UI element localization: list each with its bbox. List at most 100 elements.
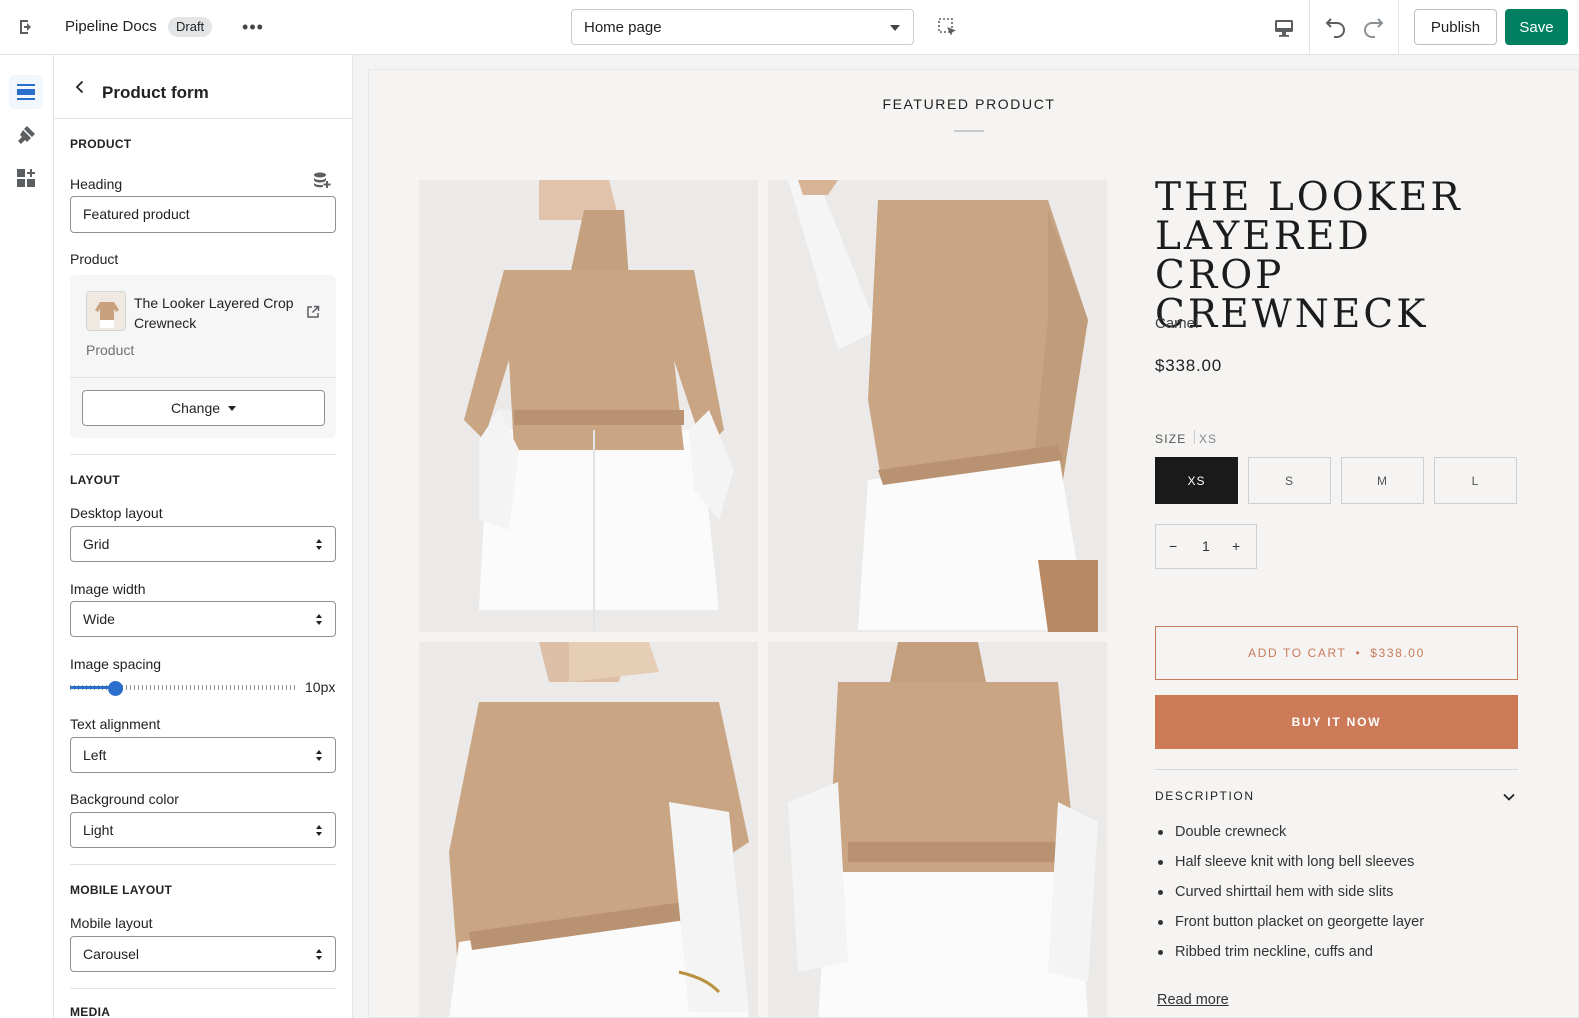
settings-sidebar: Product form PRODUCT Heading Featured pr… bbox=[54, 55, 353, 1018]
section-divider bbox=[70, 454, 336, 455]
list-item: Ribbed trim neckline, cuffs and bbox=[1155, 937, 1424, 967]
text-alignment-value: Left bbox=[83, 747, 107, 763]
select-arrows-icon bbox=[316, 949, 322, 960]
size-selected: XS bbox=[1199, 432, 1218, 446]
description-list: Double crewneck Half sleeve knit with lo… bbox=[1155, 817, 1424, 967]
rail-item-sections[interactable] bbox=[9, 75, 43, 109]
desktop-layout-value: Grid bbox=[83, 536, 110, 552]
image-width-label: Image width bbox=[70, 581, 146, 597]
list-item: Half sleeve knit with long bell sleeves bbox=[1155, 847, 1424, 877]
exit-editor-button[interactable] bbox=[14, 15, 38, 39]
undo-icon bbox=[1325, 18, 1345, 38]
section-divider bbox=[70, 864, 336, 865]
inspector-icon bbox=[938, 18, 956, 36]
size-label: SIZE bbox=[1155, 432, 1187, 446]
section-title-product: PRODUCT bbox=[70, 137, 132, 151]
heading-input[interactable]: Featured product bbox=[70, 196, 336, 233]
rail-item-apps[interactable] bbox=[9, 161, 43, 195]
mobile-layout-label: Mobile layout bbox=[70, 915, 153, 931]
quantity-value[interactable]: 1 bbox=[1202, 538, 1210, 554]
page-selector-value: Home page bbox=[584, 18, 662, 36]
description-toggle[interactable]: DESCRIPTION bbox=[1155, 789, 1255, 803]
sidebar-title: Product form bbox=[102, 83, 209, 102]
product-type: Product bbox=[86, 342, 135, 358]
buy-now-button[interactable]: BUY IT NOW bbox=[1155, 695, 1518, 749]
image-spacing-label: Image spacing bbox=[70, 656, 162, 672]
add-to-cart-button[interactable]: ADD TO CART • $338.00 bbox=[1155, 626, 1518, 680]
open-product-link[interactable] bbox=[306, 305, 320, 319]
chevron-down-icon[interactable] bbox=[1502, 790, 1516, 804]
list-item: Curved shirttail hem with side slits bbox=[1155, 877, 1424, 907]
list-item: Front button placket on georgette layer bbox=[1155, 907, 1424, 937]
select-arrows-icon bbox=[316, 750, 322, 761]
desktop-layout-select[interactable]: Grid bbox=[70, 526, 336, 562]
image-spacing-slider[interactable] bbox=[70, 681, 296, 696]
product-image-2[interactable] bbox=[768, 180, 1107, 632]
caret-down-icon bbox=[228, 405, 237, 411]
read-more-link[interactable]: Read more bbox=[1157, 992, 1229, 1008]
background-color-select[interactable]: Light bbox=[70, 812, 336, 848]
redo-icon bbox=[1364, 18, 1384, 38]
chevron-left-icon bbox=[75, 80, 84, 94]
product-name: The Looker Layered Crop Crewneck bbox=[134, 295, 294, 331]
size-option-l[interactable]: L bbox=[1434, 457, 1517, 504]
product-label: Product bbox=[70, 251, 119, 267]
product-price: $338.00 bbox=[1155, 356, 1223, 375]
description-divider bbox=[1155, 769, 1518, 770]
text-alignment-select[interactable]: Left bbox=[70, 737, 336, 773]
section-title-mobile-layout: MOBILE LAYOUT bbox=[70, 883, 173, 897]
top-bar: Pipeline Docs Draft ••• Home page Publis… bbox=[0, 0, 1579, 55]
mobile-layout-value: Carousel bbox=[83, 946, 140, 962]
more-actions-button[interactable]: ••• bbox=[240, 16, 266, 38]
inspector-button[interactable] bbox=[936, 16, 960, 40]
external-link-icon bbox=[307, 305, 320, 318]
product-picker-summary: The Looker Layered Crop Crewneck Product bbox=[70, 275, 336, 378]
caret-down-icon bbox=[890, 25, 900, 31]
sections-icon bbox=[17, 84, 35, 100]
slider-thumb[interactable] bbox=[108, 681, 123, 696]
publish-button[interactable]: Publish bbox=[1414, 9, 1497, 45]
status-badge: Draft bbox=[168, 17, 213, 37]
sidebar-header: Product form bbox=[54, 55, 352, 119]
toolbar-divider bbox=[1398, 0, 1399, 55]
undo-button[interactable] bbox=[1323, 14, 1349, 40]
size-option-s[interactable]: S bbox=[1248, 457, 1331, 504]
change-product-button[interactable]: Change bbox=[82, 390, 325, 426]
page-selector[interactable]: Home page bbox=[571, 9, 914, 45]
featured-product-heading: FEATURED PRODUCT bbox=[882, 96, 1056, 112]
rail-item-theme-settings[interactable] bbox=[9, 118, 43, 152]
select-arrows-icon bbox=[316, 825, 322, 836]
redo-button[interactable] bbox=[1360, 14, 1386, 40]
toolbar-divider bbox=[1309, 0, 1310, 55]
change-product-label: Change bbox=[170, 400, 221, 416]
back-button[interactable] bbox=[70, 77, 90, 97]
select-arrows-icon bbox=[316, 539, 322, 550]
theme-settings-icon bbox=[18, 126, 35, 144]
product-image-1[interactable] bbox=[419, 180, 758, 632]
add-to-cart-separator: • bbox=[1355, 646, 1362, 660]
left-rail bbox=[0, 55, 54, 1018]
product-image-4[interactable] bbox=[768, 642, 1107, 1017]
section-title-layout: LAYOUT bbox=[70, 473, 121, 487]
heading-underline bbox=[954, 130, 984, 132]
text-alignment-label: Text alignment bbox=[70, 716, 161, 732]
background-color-label: Background color bbox=[70, 791, 179, 807]
quantity-stepper: − 1 + bbox=[1155, 524, 1257, 569]
save-button[interactable]: Save bbox=[1505, 9, 1568, 45]
add-to-cart-price: $338.00 bbox=[1370, 646, 1425, 660]
section-divider bbox=[70, 988, 336, 989]
quantity-increase-button[interactable]: + bbox=[1232, 538, 1240, 554]
quantity-decrease-button[interactable]: − bbox=[1169, 538, 1177, 554]
image-width-value: Wide bbox=[83, 611, 115, 627]
exit-icon bbox=[20, 20, 31, 34]
image-width-select[interactable]: Wide bbox=[70, 601, 336, 637]
size-option-xs[interactable]: XS bbox=[1155, 457, 1238, 504]
size-option-m[interactable]: M bbox=[1341, 457, 1424, 504]
dynamic-source-button[interactable] bbox=[312, 170, 332, 190]
desktop-icon bbox=[1275, 20, 1293, 37]
section-title-media: MEDIA bbox=[70, 1005, 111, 1018]
heading-label: Heading bbox=[70, 176, 123, 192]
product-image-3[interactable] bbox=[419, 642, 758, 1017]
desktop-view-button[interactable] bbox=[1272, 16, 1296, 40]
mobile-layout-select[interactable]: Carousel bbox=[70, 936, 336, 972]
